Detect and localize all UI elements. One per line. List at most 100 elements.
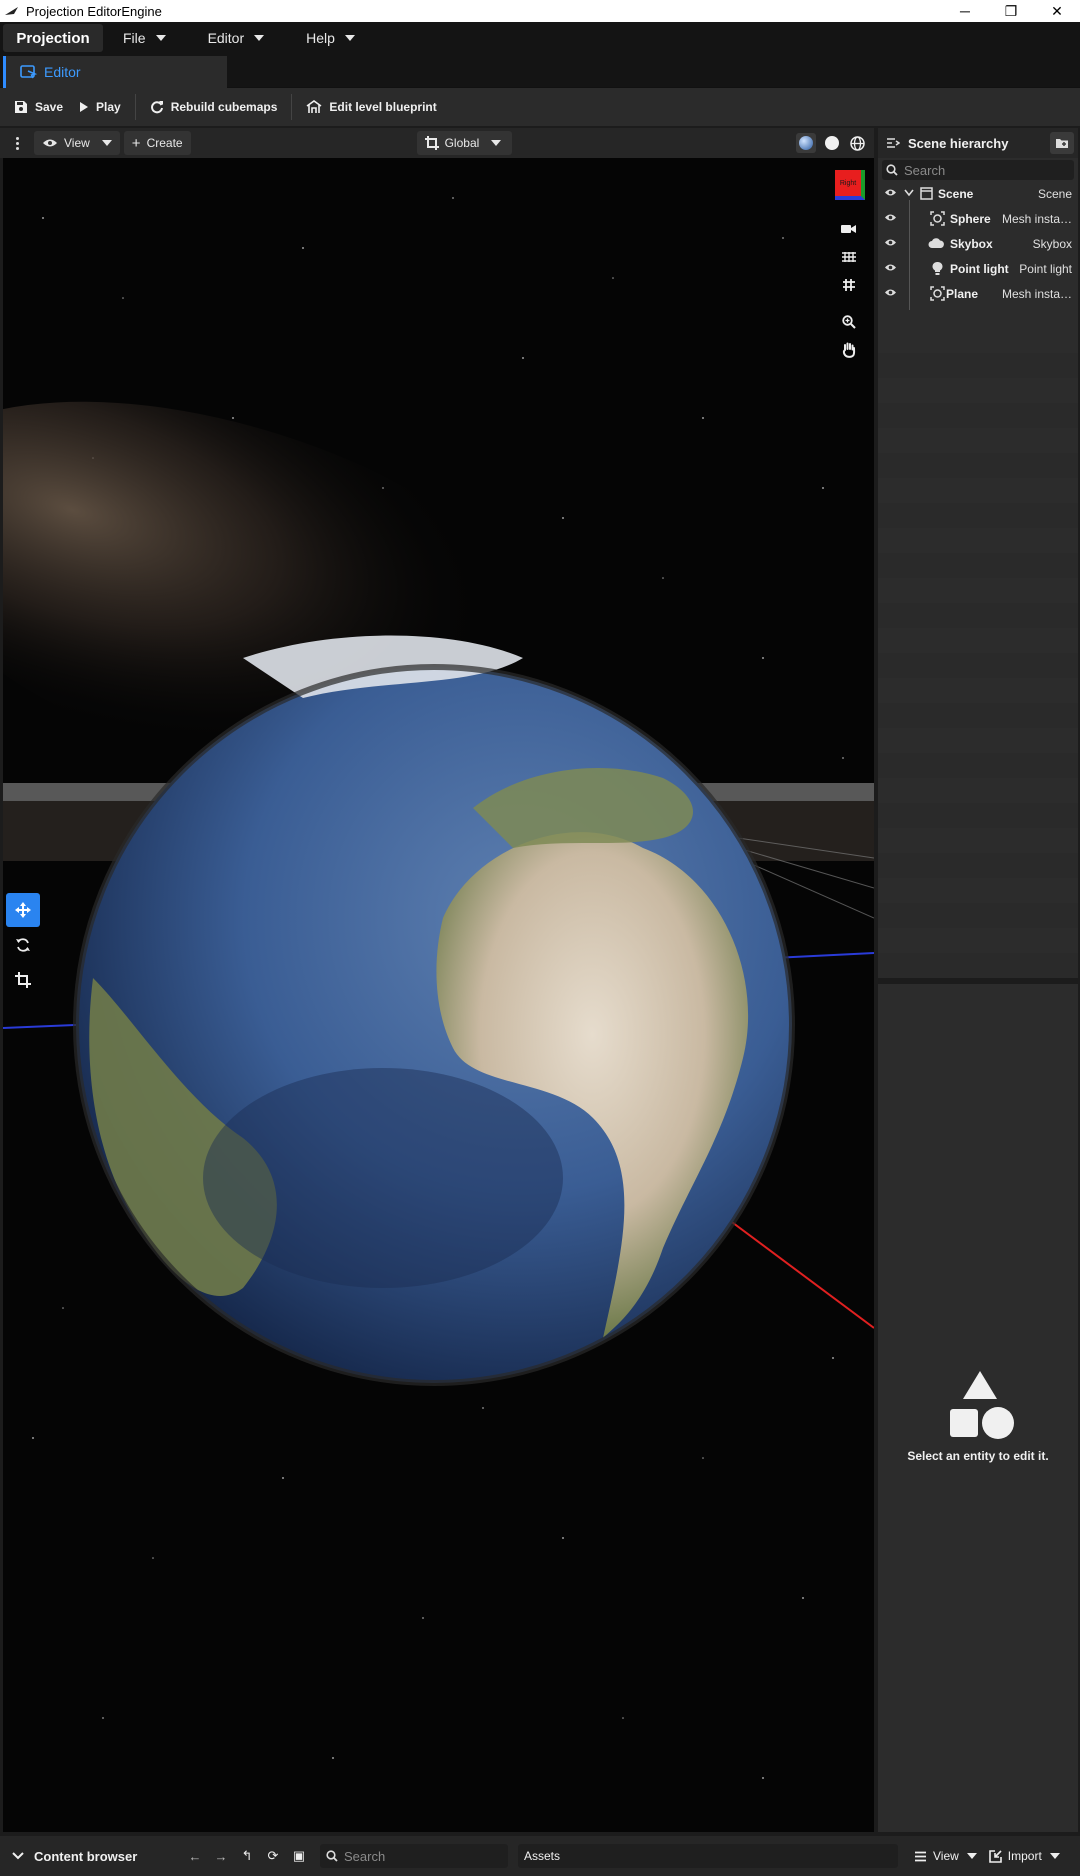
kebab-menu-icon[interactable] <box>10 136 24 150</box>
content-browser-bar: Content browser ← → ↰ ⟳ ▣ Search Assets … <box>0 1836 1080 1876</box>
content-search-input[interactable]: Search <box>320 1844 508 1868</box>
view-dropdown[interactable]: View <box>34 131 120 155</box>
hierarchy-row-plane[interactable]: Plane Mesh insta… <box>878 281 1078 306</box>
camera-button[interactable] <box>835 215 863 243</box>
menu-editor[interactable]: Editor <box>208 24 265 52</box>
visibility-eye-icon[interactable] <box>884 263 897 272</box>
pan-button[interactable] <box>835 336 863 364</box>
maximize-button[interactable]: ❐ <box>988 0 1034 22</box>
move-tool-button[interactable] <box>6 893 40 927</box>
menu-editor-label: Editor <box>207 30 245 46</box>
move-icon <box>15 902 31 918</box>
camera-icon <box>841 225 856 233</box>
caret-down-icon <box>101 140 112 146</box>
rotate-icon <box>16 938 30 952</box>
hierarchy-row-skybox[interactable]: Skybox Skybox <box>878 231 1078 256</box>
orientation-gizmo[interactable]: Right <box>835 170 867 202</box>
menubar: Projection File Editor Help <box>0 22 1080 54</box>
content-search-placeholder: Search <box>344 1848 386 1864</box>
new-folder-button[interactable] <box>1050 132 1074 154</box>
edit-level-blueprint-button[interactable]: Edit level blueprint <box>298 92 444 122</box>
editor-tab-icon <box>20 65 38 79</box>
folder-add-icon <box>1056 139 1068 148</box>
play-label: Play <box>96 100 121 114</box>
hierarchy-row-sphere[interactable]: Sphere Mesh insta… <box>878 206 1078 231</box>
menu-file-label: File <box>123 30 146 46</box>
globe-icon <box>849 135 865 151</box>
import-dropdown[interactable]: Import <box>983 1849 1066 1863</box>
hierarchy-type-scene: Scene <box>1037 186 1072 201</box>
window-controls: ─ ❐ ✕ <box>942 0 1080 22</box>
menu-help[interactable]: Help <box>306 24 355 52</box>
zoom-button[interactable] <box>835 308 863 336</box>
app-logo-icon <box>5 7 18 15</box>
document-tabbar: Editor <box>0 54 1080 88</box>
right-panel: Scene hierarchy Search Scene Scene Spher… <box>876 128 1080 1832</box>
content-path-breadcrumb[interactable]: Assets <box>518 1844 898 1868</box>
mesh-icon <box>930 286 945 301</box>
crop-scale-icon <box>15 972 31 988</box>
eye-icon <box>43 139 57 147</box>
visibility-eye-icon[interactable] <box>884 288 897 297</box>
back-arrow-icon[interactable]: ← <box>182 1849 208 1864</box>
grid-snap-button[interactable] <box>835 243 863 271</box>
create-button[interactable]: + Create <box>123 131 191 155</box>
plus-icon: + <box>131 134 141 152</box>
new-item-icon[interactable]: ▣ <box>286 1848 312 1864</box>
transform-space-dropdown[interactable]: Global <box>416 131 512 155</box>
chevron-down-icon <box>12 1852 24 1860</box>
hash-grid-icon <box>843 279 855 291</box>
close-button[interactable]: ✕ <box>1034 0 1080 22</box>
hierarchy-row-point-light[interactable]: Point light Point light <box>878 256 1078 281</box>
wireframe-mode-button[interactable] <box>847 133 867 153</box>
play-icon <box>80 102 89 112</box>
content-browser-toggle[interactable]: Content browser <box>12 1849 182 1864</box>
save-button[interactable]: Save <box>6 92 71 122</box>
hierarchy-name-scene: Scene <box>938 186 974 201</box>
up-folder-icon[interactable]: ↰ <box>234 1848 260 1864</box>
scene-icon <box>920 187 933 200</box>
tab-editor-label: Editor <box>44 64 81 80</box>
shapes-placeholder-icon <box>950 1371 1014 1439</box>
rebuild-cubemaps-button[interactable]: Rebuild cubemaps <box>142 92 286 122</box>
visibility-eye-icon[interactable] <box>884 213 897 222</box>
refresh-icon[interactable]: ⟳ <box>260 1848 286 1864</box>
hierarchy-icon <box>887 138 900 148</box>
bulb-icon <box>932 261 943 275</box>
hand-icon <box>842 342 856 358</box>
tab-editor[interactable]: Editor <box>3 56 227 88</box>
hierarchy-row-scene[interactable]: Scene Scene <box>878 181 1078 206</box>
rotate-tool-button[interactable] <box>6 928 40 962</box>
unlit-mode-button[interactable] <box>822 133 842 153</box>
hierarchy-search-input[interactable]: Search <box>882 160 1074 180</box>
window-titlebar: Projection EditorEngine ─ ❐ ✕ <box>0 0 1080 22</box>
blueprint-icon <box>306 100 322 113</box>
scale-tool-button[interactable] <box>6 963 40 997</box>
caret-down-icon <box>1049 1853 1060 1859</box>
solid-sphere-icon <box>825 136 839 150</box>
shaded-sphere-icon <box>799 136 813 150</box>
gizmo-face-right: Right <box>835 170 865 200</box>
hierarchy-type-skybox: Skybox <box>1032 236 1072 251</box>
hierarchy-empty-area[interactable] <box>878 328 1078 978</box>
content-view-dropdown[interactable]: View <box>908 1849 983 1863</box>
visibility-eye-icon[interactable] <box>884 188 897 197</box>
caret-down-icon <box>491 140 502 146</box>
grid-icon <box>842 252 856 262</box>
crop-icon <box>424 136 439 150</box>
grid-toggle-button[interactable] <box>835 271 863 299</box>
edit-level-blueprint-label: Edit level blueprint <box>329 100 437 114</box>
scene-viewport[interactable]: Right <box>3 158 874 1832</box>
menu-file[interactable]: File <box>123 24 166 52</box>
visibility-eye-icon[interactable] <box>884 238 897 247</box>
chevron-down-icon[interactable] <box>904 189 914 197</box>
list-view-icon <box>915 1851 926 1861</box>
search-icon <box>886 164 898 176</box>
hierarchy-name-skybox: Skybox <box>950 236 993 251</box>
menu-help-label: Help <box>306 30 335 46</box>
forward-arrow-icon[interactable]: → <box>208 1849 234 1864</box>
shaded-mode-button[interactable] <box>796 133 816 153</box>
minimize-button[interactable]: ─ <box>942 0 988 22</box>
brand-menu[interactable]: Projection <box>3 24 103 52</box>
play-button[interactable]: Play <box>71 92 129 122</box>
